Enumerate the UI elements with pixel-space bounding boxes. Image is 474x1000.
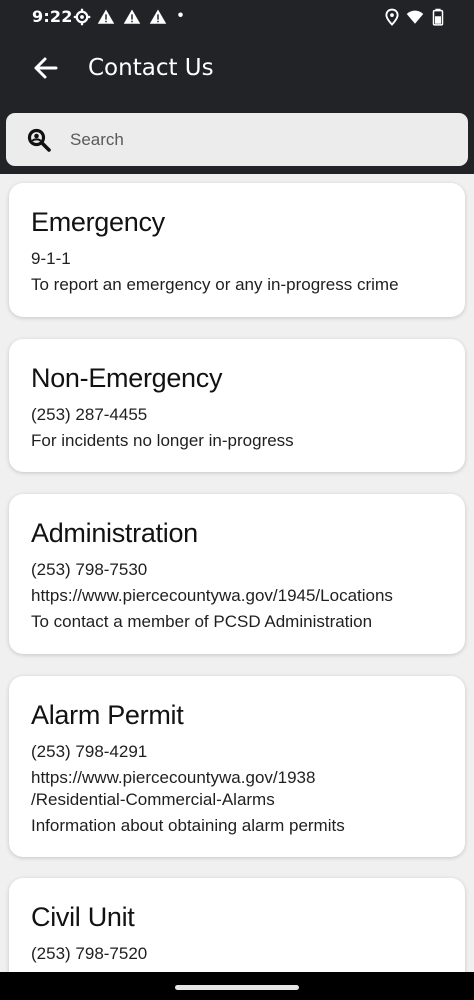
contact-list: Emergency 9-1-1 To report an emergency o… [0, 174, 474, 972]
warning-icon [149, 9, 167, 24]
contact-description: To report an emergency or any in-progres… [31, 275, 399, 294]
contact-card-non-emergency[interactable]: Non-Emergency (253) 287-4455 For inciden… [9, 339, 465, 472]
search-box[interactable] [6, 113, 468, 166]
contact-card-civil-unit[interactable]: Civil Unit (253) 798-7520 [9, 878, 465, 972]
contact-name: Alarm Permit [31, 700, 184, 730]
contact-link[interactable]: https://www.piercecountywa.gov/1945/Loca… [31, 586, 393, 606]
contact-card-emergency[interactable]: Emergency 9-1-1 To report an emergency o… [9, 183, 465, 317]
search-icon [27, 128, 51, 152]
contact-phone[interactable]: 9-1-1 [31, 249, 71, 269]
contact-card-administration[interactable]: Administration (253) 798-7530 https://ww… [9, 494, 465, 654]
warning-icon [123, 9, 141, 24]
app-bar: Contact Us [0, 34, 474, 112]
contact-name: Emergency [31, 207, 165, 237]
contact-phone[interactable]: (253) 798-7520 [31, 944, 147, 964]
contact-description: For incidents no longer in-progress [31, 431, 294, 450]
dot-icon [178, 12, 183, 17]
status-bar: 9:22 [0, 0, 474, 34]
wifi-icon [406, 10, 424, 24]
battery-icon [432, 8, 444, 26]
contact-link-line1[interactable]: https://www.piercecountywa.gov/1938 [31, 768, 315, 788]
location-icon [385, 8, 399, 26]
search-input[interactable] [68, 121, 452, 159]
warning-icon [97, 9, 115, 24]
system-nav-bar [0, 972, 474, 1000]
home-gesture-handle[interactable] [175, 985, 299, 990]
contact-description: Information about obtaining alarm permit… [31, 816, 345, 835]
contact-description: To contact a member of PCSD Administrati… [31, 612, 373, 631]
contact-name: Civil Unit [31, 902, 135, 932]
contact-card-alarm-permit[interactable]: Alarm Permit (253) 798-4291 https://www.… [9, 676, 465, 857]
contact-link-line2[interactable]: /Residential-Commercial-Alarms [31, 790, 275, 810]
contact-name: Administration [31, 518, 198, 548]
contact-name: Non-Emergency [31, 363, 223, 393]
back-arrow-icon[interactable] [26, 48, 66, 88]
settings-gear-icon [73, 8, 91, 26]
contact-phone[interactable]: (253) 287-4455 [31, 405, 147, 425]
contact-phone[interactable]: (253) 798-4291 [31, 742, 147, 762]
page-title: Contact Us [88, 55, 214, 81]
contact-phone[interactable]: (253) 798-7530 [31, 560, 147, 580]
search-bar [0, 112, 474, 174]
status-time: 9:22 [32, 7, 73, 26]
